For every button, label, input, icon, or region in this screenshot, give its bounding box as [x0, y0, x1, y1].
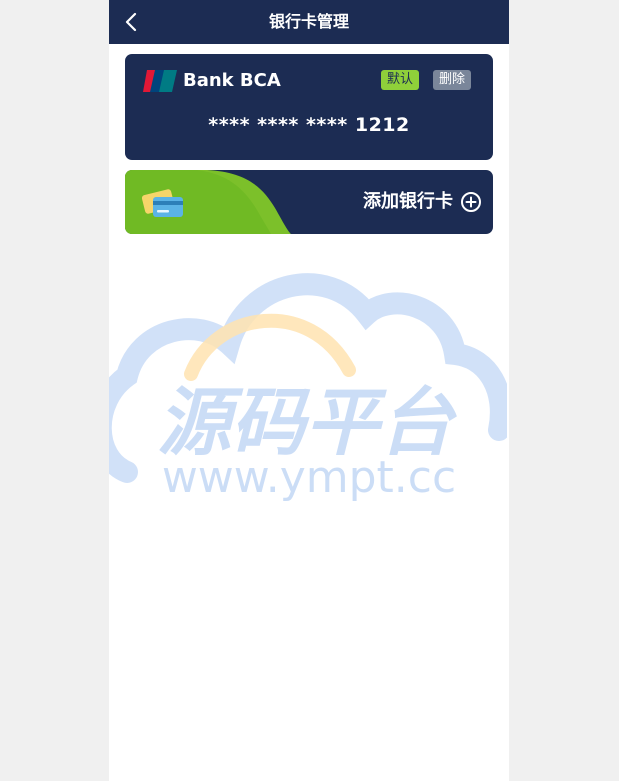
top-nav-bar: 银行卡管理 [109, 0, 509, 44]
watermark-url: www.ympt.cc [162, 452, 456, 503]
page-title: 银行卡管理 [268, 12, 349, 31]
phone-screen: 银行卡管理 Bank BCA 默认 删除 **** **** **** 1212… [109, 0, 509, 781]
card-number: **** **** **** 1212 [208, 114, 410, 136]
watermark-logo: 源码平台 www.ympt.cc [109, 273, 507, 503]
bank-card[interactable]: Bank BCA 默认 删除 **** **** **** 1212 [125, 54, 493, 160]
card-stack-icon [141, 189, 183, 217]
bank-name: Bank BCA [183, 70, 281, 91]
add-bank-card-label: 添加银行卡 [363, 191, 453, 212]
unionpay-logo [143, 70, 177, 92]
add-bank-card-button[interactable]: 添加银行卡 [125, 170, 493, 234]
default-badge: 默认 [381, 70, 420, 90]
delete-button[interactable]: 删除 [433, 70, 472, 90]
plus-circle-icon[interactable] [460, 191, 482, 213]
